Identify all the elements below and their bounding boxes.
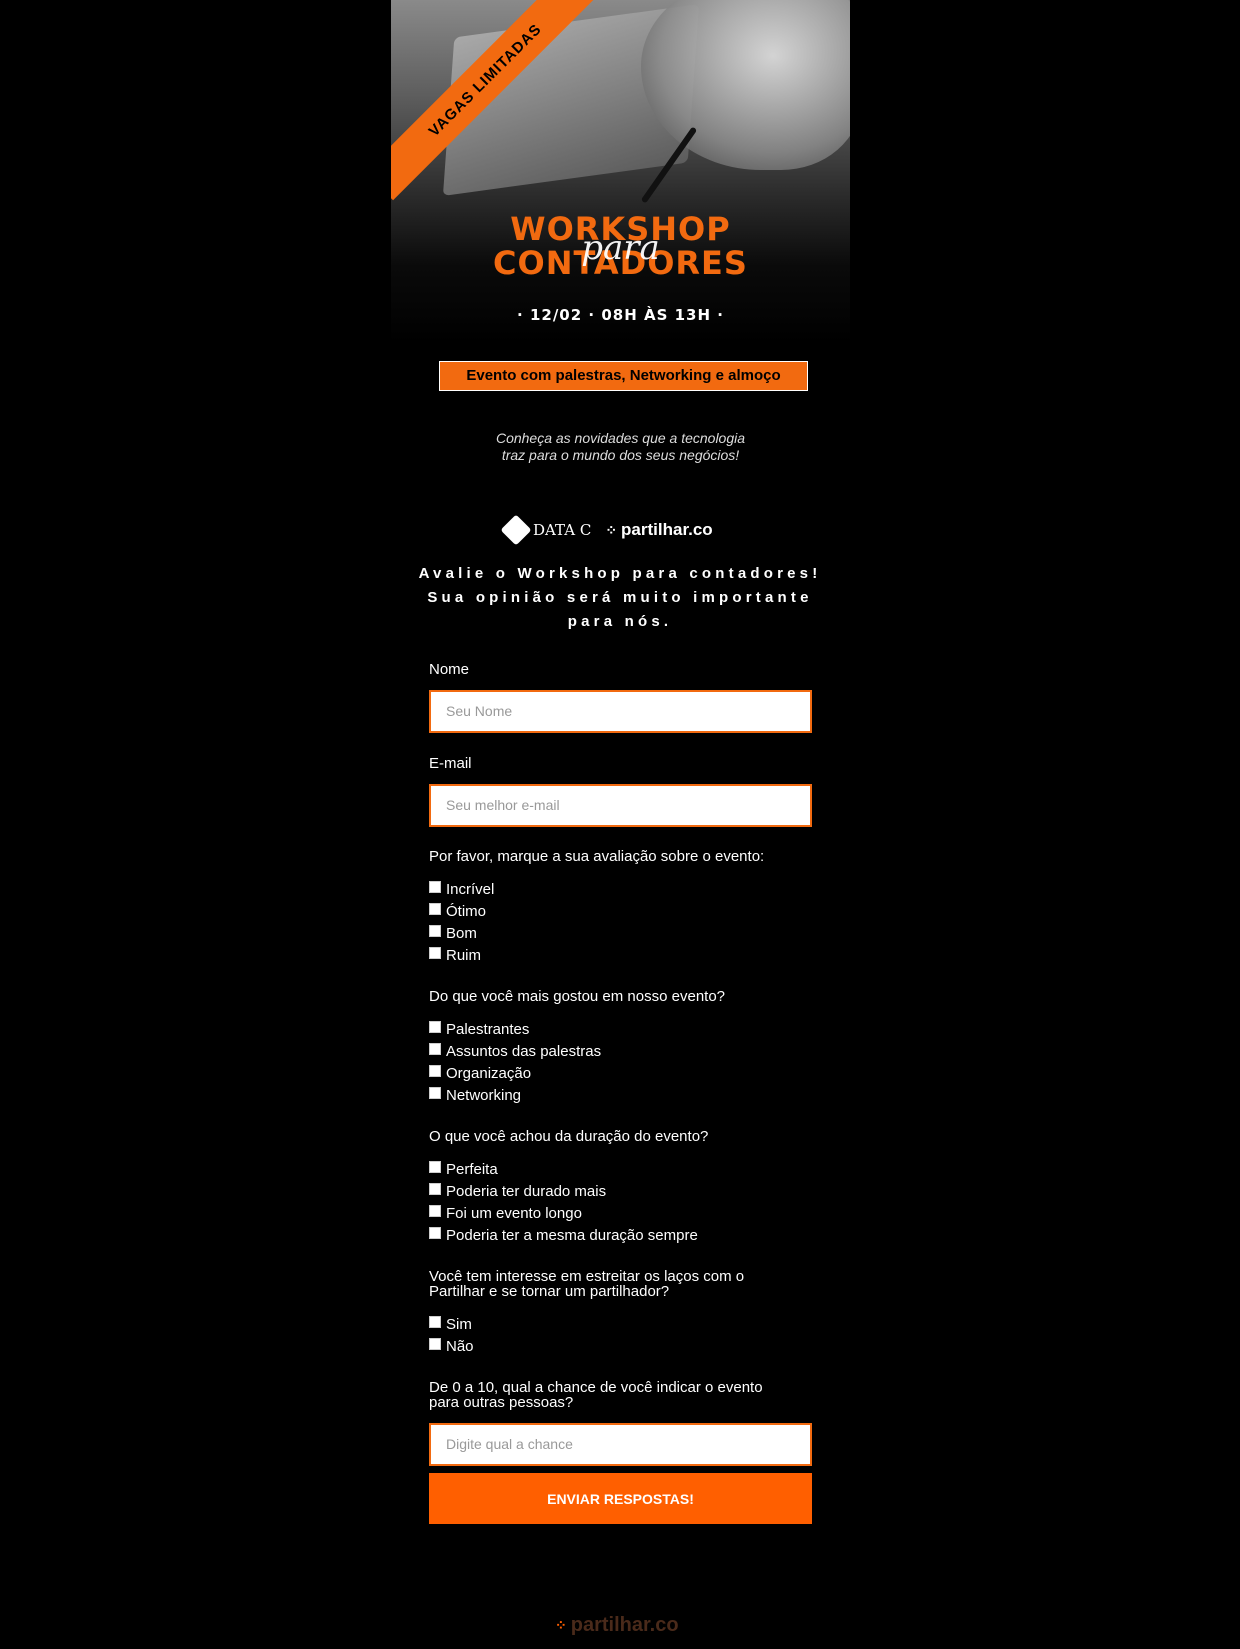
- tagline: Conheça as novidades que a tecnologia tr…: [391, 430, 850, 464]
- option-bom[interactable]: Bom: [429, 922, 812, 944]
- checkbox[interactable]: [429, 1183, 441, 1195]
- option-label: Foi um evento longo: [446, 1204, 582, 1222]
- checkbox[interactable]: [429, 1205, 441, 1217]
- submit-button[interactable]: ENVIAR RESPOSTAS!: [429, 1473, 812, 1524]
- option-label: Poderia ter durado mais: [446, 1182, 607, 1200]
- checkbox[interactable]: [429, 1087, 441, 1099]
- option-longo[interactable]: Foi um evento longo: [429, 1202, 812, 1224]
- question-score: De 0 a 10, qual a chance de você indicar…: [429, 1380, 812, 1410]
- title-script: para: [581, 228, 660, 268]
- footer-logo: ⁘ partilhar.co: [555, 1614, 679, 1637]
- option-label: Incrível: [446, 880, 495, 898]
- datac-text: DATA C: [533, 521, 592, 539]
- rating-options: Incrível Ótimo Bom Ruim: [429, 878, 812, 966]
- name-input[interactable]: Seu Nome: [429, 690, 812, 733]
- event-date: · 12/02 · 08H ÀS 13H ·: [517, 306, 724, 324]
- question-partilhador: Você tem interesse em estreitar os laços…: [429, 1269, 812, 1299]
- checkbox[interactable]: [429, 1227, 441, 1239]
- question-line-2: Partilhar e se tornar um partilhador?: [429, 1283, 670, 1300]
- event-title: WORKSHOP CONTADORES para: [391, 212, 850, 280]
- email-label: E-mail: [429, 755, 472, 772]
- feedback-form: Nome Seu Nome E-mail Seu melhor e-mail P…: [429, 661, 812, 1466]
- heading-line-1: Avalie o Workshop para contadores!: [418, 565, 822, 582]
- option-label: Não: [446, 1337, 474, 1355]
- option-label: Ruim: [446, 946, 482, 964]
- question-line-2: para outras pessoas?: [429, 1394, 574, 1411]
- option-otimo[interactable]: Ótimo: [429, 900, 812, 922]
- duration-options: Perfeita Poderia ter durado mais Foi um …: [429, 1158, 812, 1246]
- option-ruim[interactable]: Ruim: [429, 944, 812, 966]
- partilhador-options: Sim Não: [429, 1313, 812, 1357]
- sponsor-logos: DATA C ⁘ partilhar.co: [500, 514, 745, 546]
- score-input[interactable]: Digite qual a chance: [429, 1423, 812, 1466]
- checkbox[interactable]: [429, 1316, 441, 1328]
- checkbox[interactable]: [429, 1338, 441, 1350]
- question-line-1: De 0 a 10, qual a chance de você indicar…: [429, 1379, 763, 1396]
- tagline-line-1: Conheça as novidades que a tecnologia: [495, 430, 746, 446]
- option-label: Palestrantes: [446, 1020, 530, 1038]
- partilhar-dots-icon: ⁘: [605, 521, 618, 538]
- favorite-options: Palestrantes Assuntos das palestras Orga…: [429, 1018, 812, 1106]
- option-label: Organização: [446, 1064, 532, 1082]
- checkbox[interactable]: [429, 925, 441, 937]
- option-networking[interactable]: Networking: [429, 1084, 812, 1106]
- tagline-line-2: traz para o mundo dos seus negócios!: [501, 447, 740, 463]
- option-durado-mais[interactable]: Poderia ter durado mais: [429, 1180, 812, 1202]
- checkbox[interactable]: [429, 881, 441, 893]
- option-organizacao[interactable]: Organização: [429, 1062, 812, 1084]
- checkbox[interactable]: [429, 1065, 441, 1077]
- footer-logo-text: partilhar.co: [570, 1614, 679, 1636]
- option-mesma-duracao[interactable]: Poderia ter a mesma duração sempre: [429, 1224, 812, 1246]
- question-line-1: Você tem interesse em estreitar os laços…: [429, 1268, 745, 1285]
- option-label: Networking: [446, 1086, 522, 1104]
- heading-line-2: Sua opinião será muito importante: [427, 589, 813, 606]
- option-label: Bom: [446, 924, 477, 942]
- checkbox[interactable]: [429, 947, 441, 959]
- question-favorite: Do que você mais gostou em nosso evento?: [429, 988, 726, 1005]
- datac-logo: DATA C: [500, 514, 592, 546]
- partilhar-dots-icon: ⁘: [555, 1617, 567, 1633]
- name-label: Nome: [429, 661, 470, 678]
- option-sim[interactable]: Sim: [429, 1313, 812, 1335]
- option-label: Sim: [446, 1315, 472, 1333]
- option-perfeita[interactable]: Perfeita: [429, 1158, 812, 1180]
- question-duration: O que você achou da duração do evento?: [429, 1128, 709, 1145]
- question-rating: Por favor, marque a sua avaliação sobre …: [429, 848, 765, 865]
- email-input[interactable]: Seu melhor e-mail: [429, 784, 812, 827]
- option-label: Perfeita: [446, 1160, 498, 1178]
- checkbox[interactable]: [429, 1021, 441, 1033]
- option-palestrantes[interactable]: Palestrantes: [429, 1018, 812, 1040]
- datac-diamond-icon: [500, 514, 532, 546]
- option-label: Poderia ter a mesma duração sempre: [446, 1226, 698, 1244]
- event-badge: Evento com palestras, Networking e almoç…: [439, 361, 808, 391]
- option-label: Assuntos das palestras: [446, 1042, 602, 1060]
- checkbox[interactable]: [429, 903, 441, 915]
- partilhar-text: partilhar.co: [621, 520, 713, 539]
- option-label: Ótimo: [446, 902, 487, 920]
- partilhar-logo: ⁘ partilhar.co: [605, 520, 712, 540]
- option-nao[interactable]: Não: [429, 1335, 812, 1357]
- checkbox[interactable]: [429, 1043, 441, 1055]
- checkbox[interactable]: [429, 1161, 441, 1173]
- option-incrivel[interactable]: Incrível: [429, 878, 812, 900]
- option-assuntos[interactable]: Assuntos das palestras: [429, 1040, 812, 1062]
- form-heading: Avalie o Workshop para contadores! Sua o…: [400, 562, 840, 634]
- heading-line-3: para nós.: [567, 613, 673, 630]
